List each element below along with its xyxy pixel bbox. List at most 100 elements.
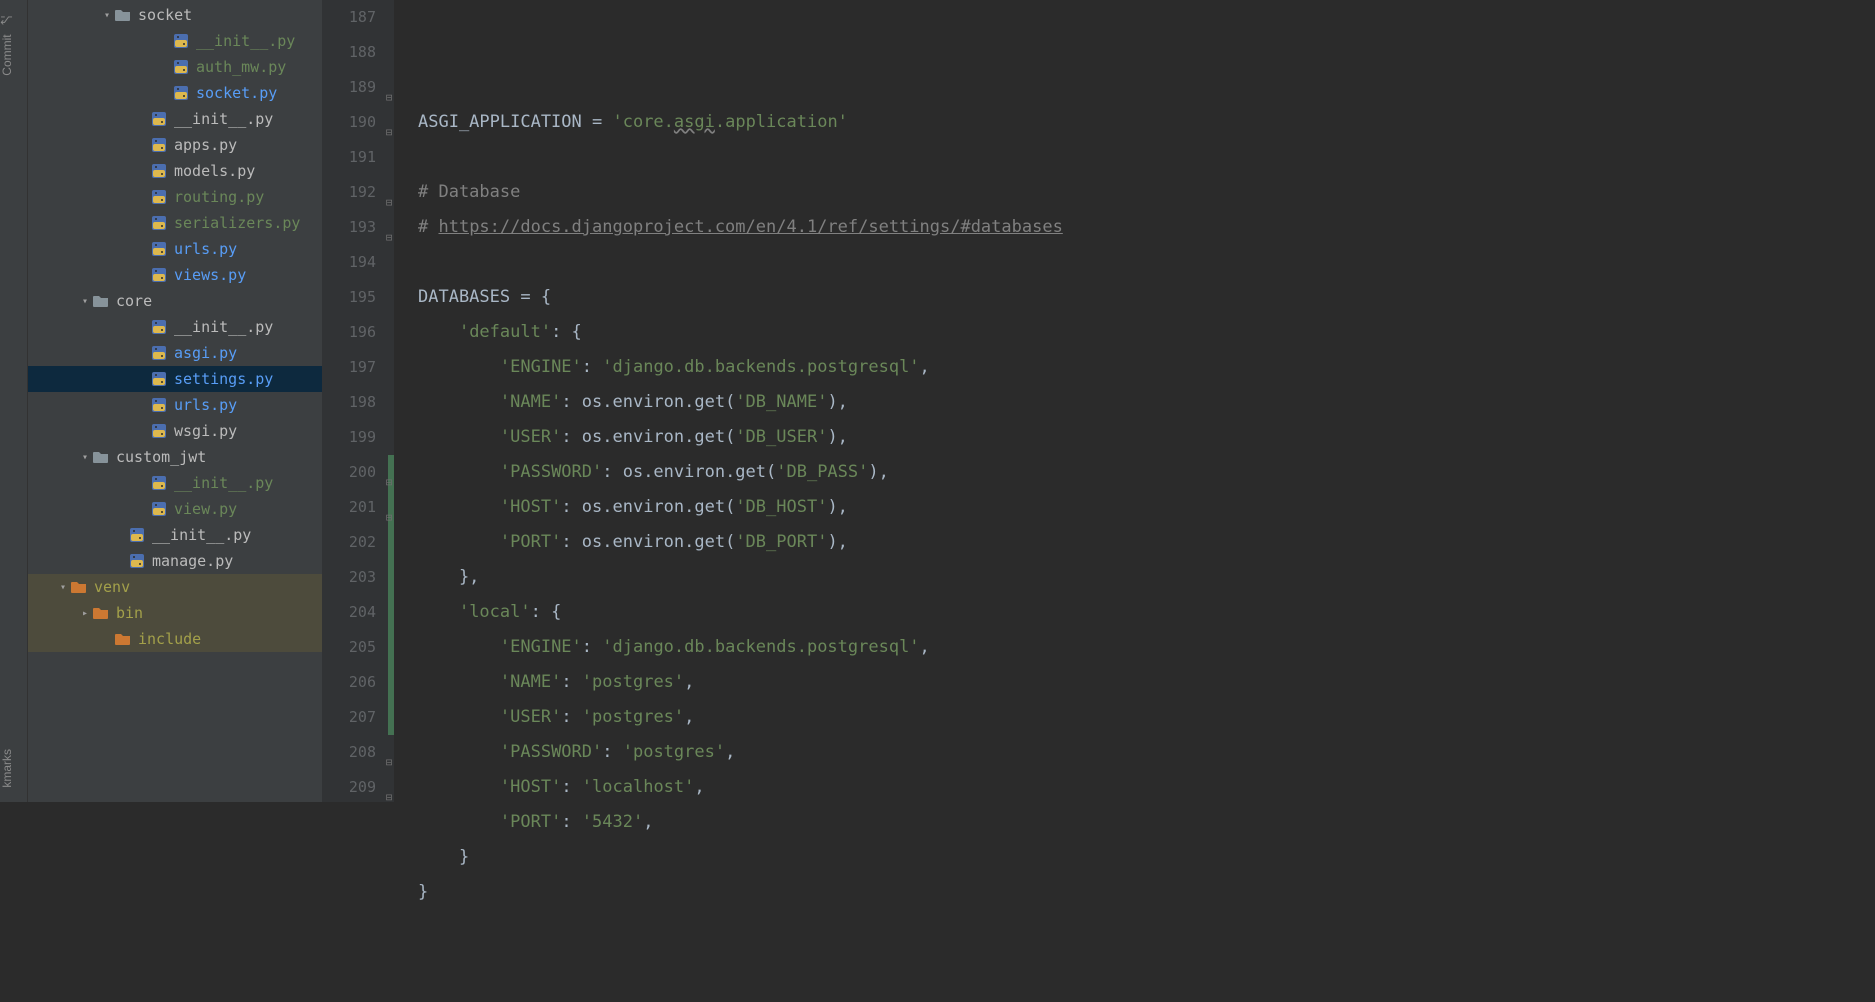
- code-line-195[interactable]: 'NAME': os.environ.get('DB_NAME'),: [418, 385, 1500, 420]
- code-line-207[interactable]: 'PORT': '5432',: [418, 805, 1500, 840]
- code-line-206[interactable]: 'HOST': 'localhost',: [418, 770, 1500, 805]
- code-line-196[interactable]: 'USER': os.environ.get('DB_USER'),: [418, 420, 1500, 455]
- code-line-205[interactable]: 'PASSWORD': 'postgres',: [418, 735, 1500, 770]
- token-str: 'PASSWORD': [500, 742, 602, 762]
- tree-item-include[interactable]: include: [28, 626, 322, 652]
- code-line-188[interactable]: [418, 140, 1500, 175]
- tree-item-socket[interactable]: ▾ socket: [28, 2, 322, 28]
- bookmarks-tool-button[interactable]: kmarks: [0, 743, 27, 794]
- tree-item-venv[interactable]: ▾venv: [28, 574, 322, 600]
- tree-item-manage-py[interactable]: manage.py: [28, 548, 322, 574]
- code-line-209[interactable]: }: [418, 875, 1500, 910]
- code-line-190[interactable]: # https://docs.djangoproject.com/en/4.1/…: [418, 210, 1500, 245]
- code-line-202[interactable]: 'ENGINE': 'django.db.backends.postgresql…: [418, 630, 1500, 665]
- tree-item-__init__-py[interactable]: __init__.py: [28, 470, 322, 496]
- tree-item-socket-py[interactable]: socket.py: [28, 80, 322, 106]
- code-line-194[interactable]: 'ENGINE': 'django.db.backends.postgresql…: [418, 350, 1500, 385]
- fold-toggle-icon[interactable]: ⊟: [382, 220, 396, 255]
- line-number[interactable]: 202: [322, 525, 376, 560]
- chevron-right-icon[interactable]: ▸: [78, 608, 92, 619]
- chevron-down-icon[interactable]: ▾: [56, 582, 70, 593]
- fold-toggle-icon[interactable]: ⊟: [382, 80, 396, 115]
- code-line-191[interactable]: [418, 245, 1500, 280]
- token-str: 'DB_PORT': [735, 532, 827, 552]
- code-line-187[interactable]: ASGI_APPLICATION = 'core.asgi.applicatio…: [418, 105, 1500, 140]
- tree-item-wsgi-py[interactable]: wsgi.py: [28, 418, 322, 444]
- token-def: :: [582, 357, 602, 377]
- tree-item-serializers-py[interactable]: serializers.py: [28, 210, 322, 236]
- line-number[interactable]: 195: [322, 280, 376, 315]
- line-number[interactable]: 191: [322, 140, 376, 175]
- fold-toggle-icon[interactable]: ⊟: [382, 745, 396, 780]
- line-number[interactable]: 194: [322, 245, 376, 280]
- line-number[interactable]: 197: [322, 350, 376, 385]
- line-number[interactable]: 196: [322, 315, 376, 350]
- code-line-192[interactable]: DATABASES = {: [418, 280, 1500, 315]
- fold-toggle-icon[interactable]: ⊟: [382, 115, 396, 150]
- chevron-down-icon[interactable]: ▾: [78, 452, 92, 463]
- tree-item-label: __init__.py: [174, 110, 273, 128]
- line-number[interactable]: 199: [322, 420, 376, 455]
- code-line-197[interactable]: 'PASSWORD': os.environ.get('DB_PASS'),: [418, 455, 1500, 490]
- tree-item-label: socket: [138, 6, 192, 24]
- tree-item-settings-py[interactable]: settings.py: [28, 366, 322, 392]
- line-number[interactable]: 198: [322, 385, 376, 420]
- tree-item-urls-py[interactable]: urls.py: [28, 236, 322, 262]
- python-file-icon: [150, 136, 168, 154]
- line-number[interactable]: 207: [322, 700, 376, 735]
- fold-toggle-icon[interactable]: ⊟: [382, 500, 396, 535]
- code-line-200[interactable]: },: [418, 560, 1500, 595]
- code-line-193[interactable]: 'default': {: [418, 315, 1500, 350]
- tree-item-__init__-py[interactable]: __init__.py: [28, 28, 322, 54]
- commit-tool-button[interactable]: Commit ⎇: [0, 8, 27, 82]
- tree-item-auth_mw-py[interactable]: auth_mw.py: [28, 54, 322, 80]
- token-def: [418, 637, 500, 657]
- fold-toggle-icon[interactable]: ⊟: [382, 780, 396, 815]
- tree-item-__init__-py[interactable]: __init__.py: [28, 106, 322, 132]
- fold-toggle-icon[interactable]: ⊟: [382, 465, 396, 500]
- chevron-down-icon[interactable]: ▾: [100, 10, 114, 21]
- python-file-icon: [150, 396, 168, 414]
- code-area[interactable]: ⊟⊟⊟⊟⊟⊟⊟⊟ ASGI_APPLICATION = 'core.asgi.a…: [394, 0, 1500, 802]
- tree-item-custom_jwt[interactable]: ▾custom_jwt: [28, 444, 322, 470]
- line-number[interactable]: 208: [322, 735, 376, 770]
- tree-item-label: urls.py: [174, 396, 237, 414]
- tree-item-urls-py[interactable]: urls.py: [28, 392, 322, 418]
- line-number[interactable]: 201: [322, 490, 376, 525]
- line-number[interactable]: 206: [322, 665, 376, 700]
- code-line-204[interactable]: 'USER': 'postgres',: [418, 700, 1500, 735]
- line-number[interactable]: 209: [322, 770, 376, 805]
- line-number[interactable]: 205: [322, 630, 376, 665]
- line-number[interactable]: 187: [322, 0, 376, 35]
- tree-item-__init__-py[interactable]: __init__.py: [28, 522, 322, 548]
- line-number[interactable]: 204: [322, 595, 376, 630]
- tree-item-bin[interactable]: ▸bin: [28, 600, 322, 626]
- line-number[interactable]: 188: [322, 35, 376, 70]
- tree-item-core[interactable]: ▾core: [28, 288, 322, 314]
- tree-item-view-py[interactable]: view.py: [28, 496, 322, 522]
- fold-toggle-icon[interactable]: ⊟: [382, 185, 396, 220]
- tree-item-apps-py[interactable]: apps.py: [28, 132, 322, 158]
- token-str: 'default': [459, 322, 551, 342]
- line-number[interactable]: 200: [322, 455, 376, 490]
- code-editor[interactable]: 1871881891901911921931941951961971981992…: [322, 0, 1500, 802]
- code-line-201[interactable]: 'local': {: [418, 595, 1500, 630]
- tree-item-views-py[interactable]: views.py: [28, 262, 322, 288]
- line-number[interactable]: 193: [322, 210, 376, 245]
- code-line-203[interactable]: 'NAME': 'postgres',: [418, 665, 1500, 700]
- chevron-down-icon[interactable]: ▾: [78, 296, 92, 307]
- line-number[interactable]: 192: [322, 175, 376, 210]
- tree-item-__init__-py[interactable]: __init__.py: [28, 314, 322, 340]
- code-line-208[interactable]: }: [418, 840, 1500, 875]
- line-number[interactable]: 203: [322, 560, 376, 595]
- code-line-199[interactable]: 'PORT': os.environ.get('DB_PORT'),: [418, 525, 1500, 560]
- code-line-198[interactable]: 'HOST': os.environ.get('DB_HOST'),: [418, 490, 1500, 525]
- tree-item-models-py[interactable]: models.py: [28, 158, 322, 184]
- code-line-189[interactable]: # Database: [418, 175, 1500, 210]
- line-number[interactable]: 190: [322, 105, 376, 140]
- tree-item-asgi-py[interactable]: asgi.py: [28, 340, 322, 366]
- project-tree[interactable]: ▾socket__init__.pyauth_mw.pysocket.py__i…: [28, 0, 322, 802]
- token-def: [418, 462, 500, 482]
- tree-item-routing-py[interactable]: routing.py: [28, 184, 322, 210]
- line-number[interactable]: 189: [322, 70, 376, 105]
